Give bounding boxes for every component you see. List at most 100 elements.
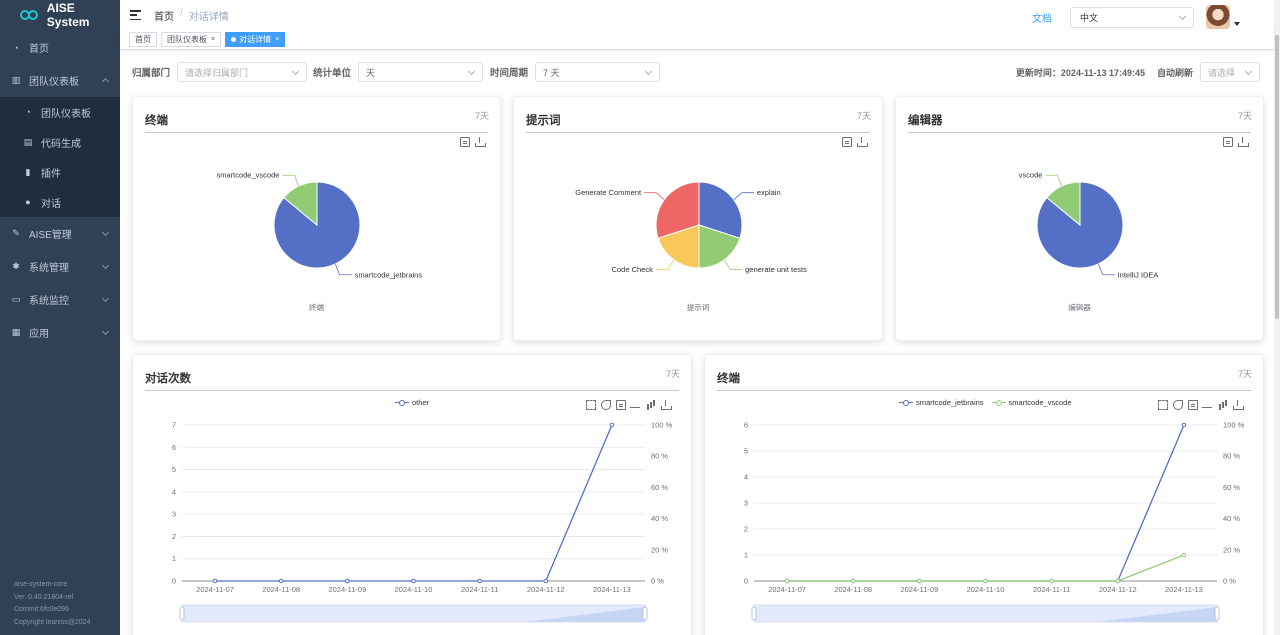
data-zoom-handle[interactable] [179, 606, 185, 621]
y2-tick-label: 20 % [651, 545, 668, 554]
data-point[interactable] [278, 578, 284, 584]
tag-label: 团队仪表板 [167, 35, 207, 44]
y2-tick-label: 80 % [651, 452, 668, 461]
breadcrumb-home[interactable]: 首页 [154, 8, 174, 23]
sidebar-item-team-dashboard[interactable]: ▥ 团队仪表板 [0, 64, 120, 97]
header-actions: 文档 中文 [1032, 5, 1240, 29]
y-tick-label: 7 [172, 421, 176, 430]
sidebar-item-plugin[interactable]: ▮ 插件 [0, 157, 120, 187]
pie-label-line [655, 259, 675, 270]
pie-label: IntelliJ IDEA [1118, 270, 1159, 279]
sidebar-item-label: 应用 [29, 329, 49, 340]
breadcrumb-separator: / [180, 7, 183, 19]
x-tick-label: 2024-11-09 [900, 585, 938, 594]
unit-select[interactable]: 天 [358, 62, 484, 82]
sidebar-item-home[interactable]: ◔ 首页 [0, 31, 120, 64]
data-point[interactable] [784, 578, 790, 584]
y-tick-label: 2 [172, 532, 176, 541]
chevron-down-icon [101, 228, 110, 237]
x-tick-label: 2024-11-11 [1033, 585, 1070, 594]
line-chart: 01234560 %20 %40 %60 %80 %100 %2024-11-0… [744, 421, 1245, 623]
data-point[interactable] [917, 578, 922, 584]
close-icon[interactable]: × [211, 36, 215, 43]
docs-link[interactable]: 文档 [1032, 10, 1052, 25]
app-icon: ▦ [11, 327, 21, 337]
pie-label-line [334, 263, 352, 276]
pie-label: smartcode_vscode [216, 171, 279, 180]
close-icon[interactable]: × [275, 36, 279, 43]
pie-label: explain [757, 188, 781, 197]
pie-label: Generate Comment [575, 188, 642, 197]
x-tick-label: 2024-11-07 [196, 585, 234, 594]
pie-label-line [1045, 174, 1063, 187]
auto-refresh-label: 自动刷新 [1156, 68, 1193, 78]
period-label: 时间周期 [490, 68, 529, 79]
x-tick-label: 2024-11-12 [527, 585, 565, 594]
sidebar-item-chat[interactable]: ● 对话 [0, 187, 120, 217]
chevron-down-icon [101, 327, 110, 336]
data-point[interactable] [1181, 422, 1187, 428]
sidebar-item-system-monitor[interactable]: ▭ 系统监控 [0, 283, 120, 316]
data-zoom-handle[interactable] [751, 606, 757, 621]
sidebar-item-system-admin[interactable]: ✱ 系统管理 [0, 250, 120, 283]
tag-team-dashboard[interactable]: 团队仪表板 × [161, 32, 222, 47]
y-tick-label: 5 [744, 447, 748, 456]
data-point[interactable] [983, 578, 988, 584]
data-point[interactable] [850, 578, 856, 584]
dept-label: 归属部门 [132, 68, 171, 79]
caret-down-icon[interactable] [1234, 22, 1240, 26]
data-point[interactable] [543, 578, 549, 584]
app-logo[interactable]: AISE System [0, 0, 120, 30]
y-tick-label: 3 [744, 499, 748, 508]
y2-tick-label: 80 % [1223, 452, 1240, 461]
sidebar-item-label: 首页 [29, 44, 49, 55]
x-tick-label: 2024-11-13 [593, 585, 631, 594]
pie-label: generate unit tests [745, 265, 807, 274]
language-select[interactable]: 中文 [1070, 6, 1194, 28]
chevron-down-icon [291, 67, 300, 76]
auto-refresh-select[interactable]: 请选择 [1200, 62, 1260, 82]
prompt-pie-card: 提示词 7天 explain generate unit tests Code Ch… [513, 96, 883, 341]
top-navbar: 首页 / 对话详情 文档 中文 [120, 0, 1280, 30]
avatar[interactable] [1206, 5, 1230, 29]
data-point[interactable] [477, 578, 482, 584]
data-point[interactable] [411, 578, 416, 584]
data-zoom-handle[interactable] [1214, 606, 1220, 621]
data-zoom-handle[interactable] [642, 606, 648, 621]
tool-icon: ✎ [12, 228, 20, 238]
data-point[interactable] [1181, 552, 1187, 558]
chevron-down-icon [1244, 67, 1253, 76]
gear-icon: ✱ [12, 261, 20, 271]
sidebar-item-label: 代码生成 [41, 138, 81, 150]
series-line [215, 424, 613, 582]
tag-conversation-detail[interactable]: 对话详情 × [225, 32, 286, 47]
sidebar-item-app[interactable]: ▦ 应用 [0, 316, 120, 349]
footer-line: Copyright leaniss@2024 [14, 618, 91, 626]
series-line [787, 554, 1185, 582]
footer-line: Commit:6fc0e096 [14, 606, 69, 613]
chevron-down-icon [1178, 12, 1187, 20]
data-point[interactable] [1115, 578, 1121, 584]
data-point[interactable] [212, 578, 218, 584]
y-tick-label: 1 [744, 551, 748, 560]
sidebar-item-codegen[interactable]: ▤ 代码生成 [0, 127, 120, 157]
dept-placeholder: 请选择归属部门 [185, 67, 249, 78]
data-point[interactable] [345, 578, 350, 584]
active-dot-icon [231, 37, 237, 42]
menu-toggle-icon[interactable] [130, 10, 141, 20]
y2-tick-label: 40 % [651, 514, 668, 523]
language-value: 中文 [1080, 12, 1099, 23]
sidebar-item-label: AISE管理 [29, 230, 72, 241]
period-select[interactable]: 7 天 [535, 62, 661, 82]
dept-select[interactable]: 请选择归属部门 [177, 62, 308, 82]
data-point[interactable] [1049, 578, 1054, 584]
y-tick-label: 5 [172, 465, 176, 474]
sidebar-item-aise-admin[interactable]: ✎ AISE管理 [0, 217, 120, 250]
x-tick-label: 2024-11-08 [262, 585, 300, 594]
scrollbar-thumb[interactable] [1275, 35, 1279, 319]
tag-home[interactable]: 首页 [129, 32, 157, 47]
sidebar-item-team-dashboard-sub[interactable]: ◔ 团队仪表板 [0, 97, 120, 127]
page-scrollbar[interactable] [1274, 0, 1280, 635]
data-point[interactable] [609, 422, 615, 428]
app-name: AISE System [46, 1, 90, 29]
